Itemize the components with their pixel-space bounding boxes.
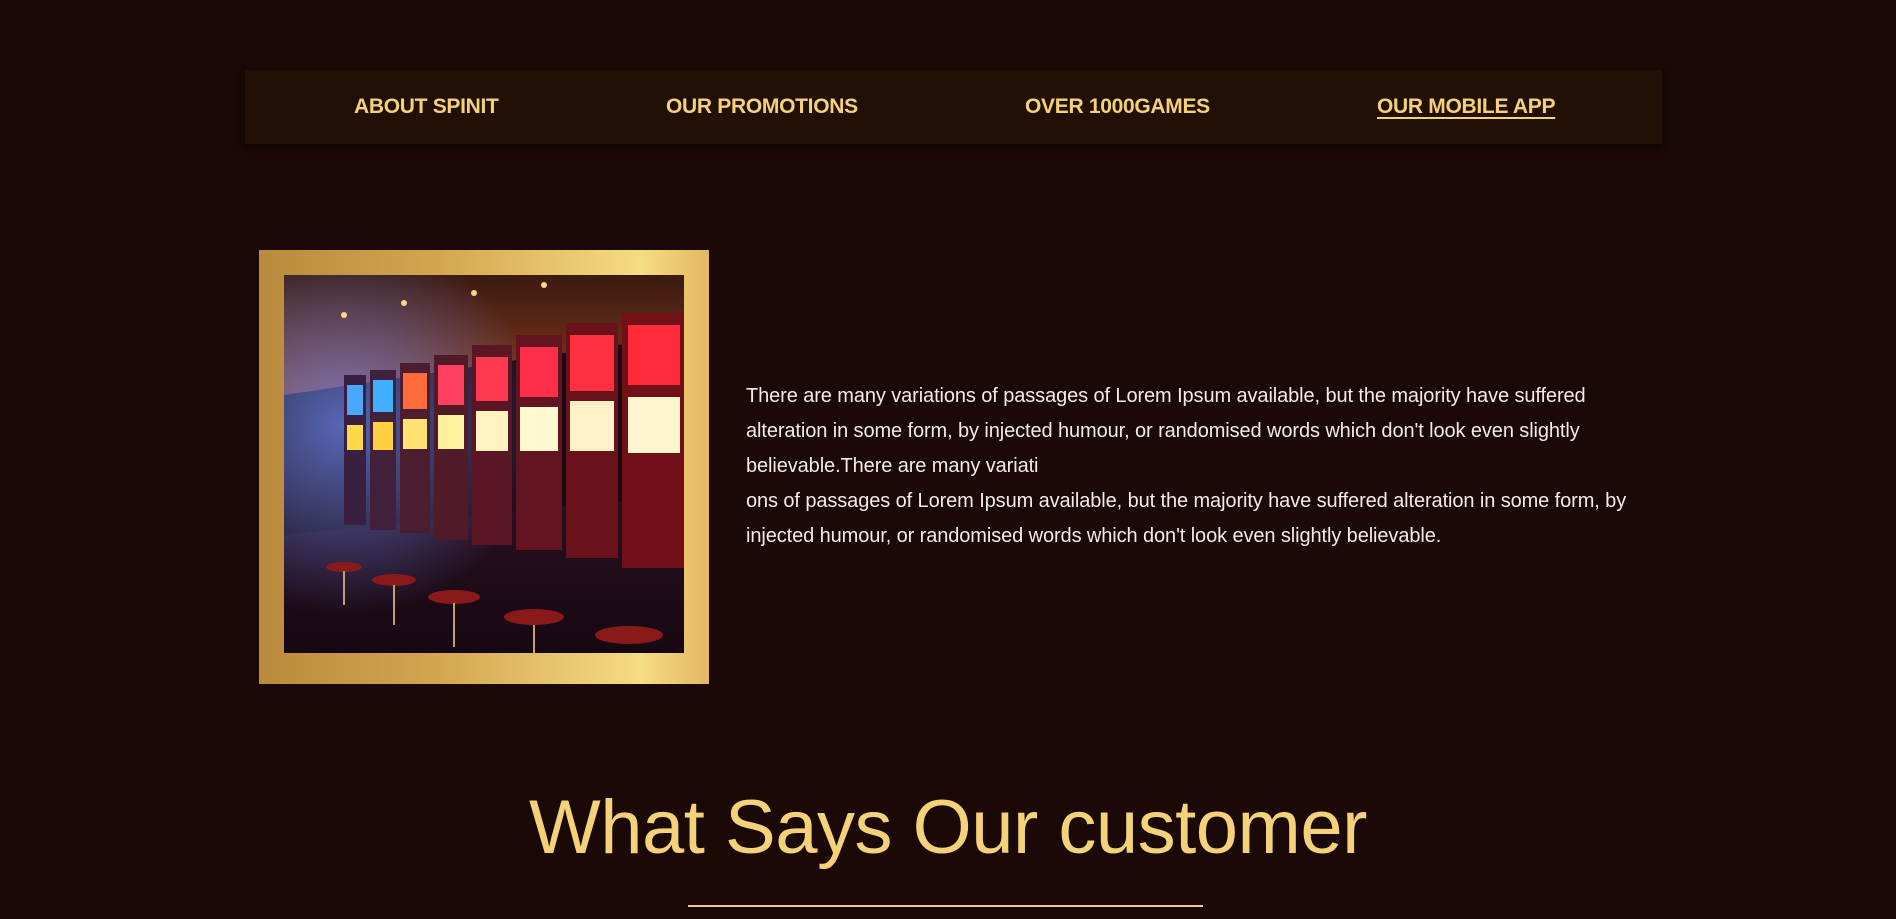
nav-over-1000-games[interactable]: OVER 1000GAMES: [1025, 70, 1210, 144]
about-paragraph-2: ons of passages of Lorem Ipsum available…: [746, 490, 1627, 547]
slot-machines-photo: [284, 275, 684, 653]
nav-our-promotions[interactable]: OUR PROMOTIONS: [666, 70, 858, 144]
main-nav: ABOUT SPINIT OUR PROMOTIONS OVER 1000GAM…: [245, 70, 1662, 144]
testimonials-title: What Says Our customer: [529, 785, 1367, 870]
about-text-block: There are many variations of passages of…: [746, 379, 1666, 554]
title-divider: [688, 905, 1203, 907]
about-paragraph-1: There are many variations of passages of…: [746, 385, 1586, 477]
nav-our-mobile-app[interactable]: OUR MOBILE APP: [1377, 70, 1556, 144]
nav-about-spinit[interactable]: ABOUT SPINIT: [354, 70, 499, 144]
casino-photo-frame: [259, 250, 709, 684]
